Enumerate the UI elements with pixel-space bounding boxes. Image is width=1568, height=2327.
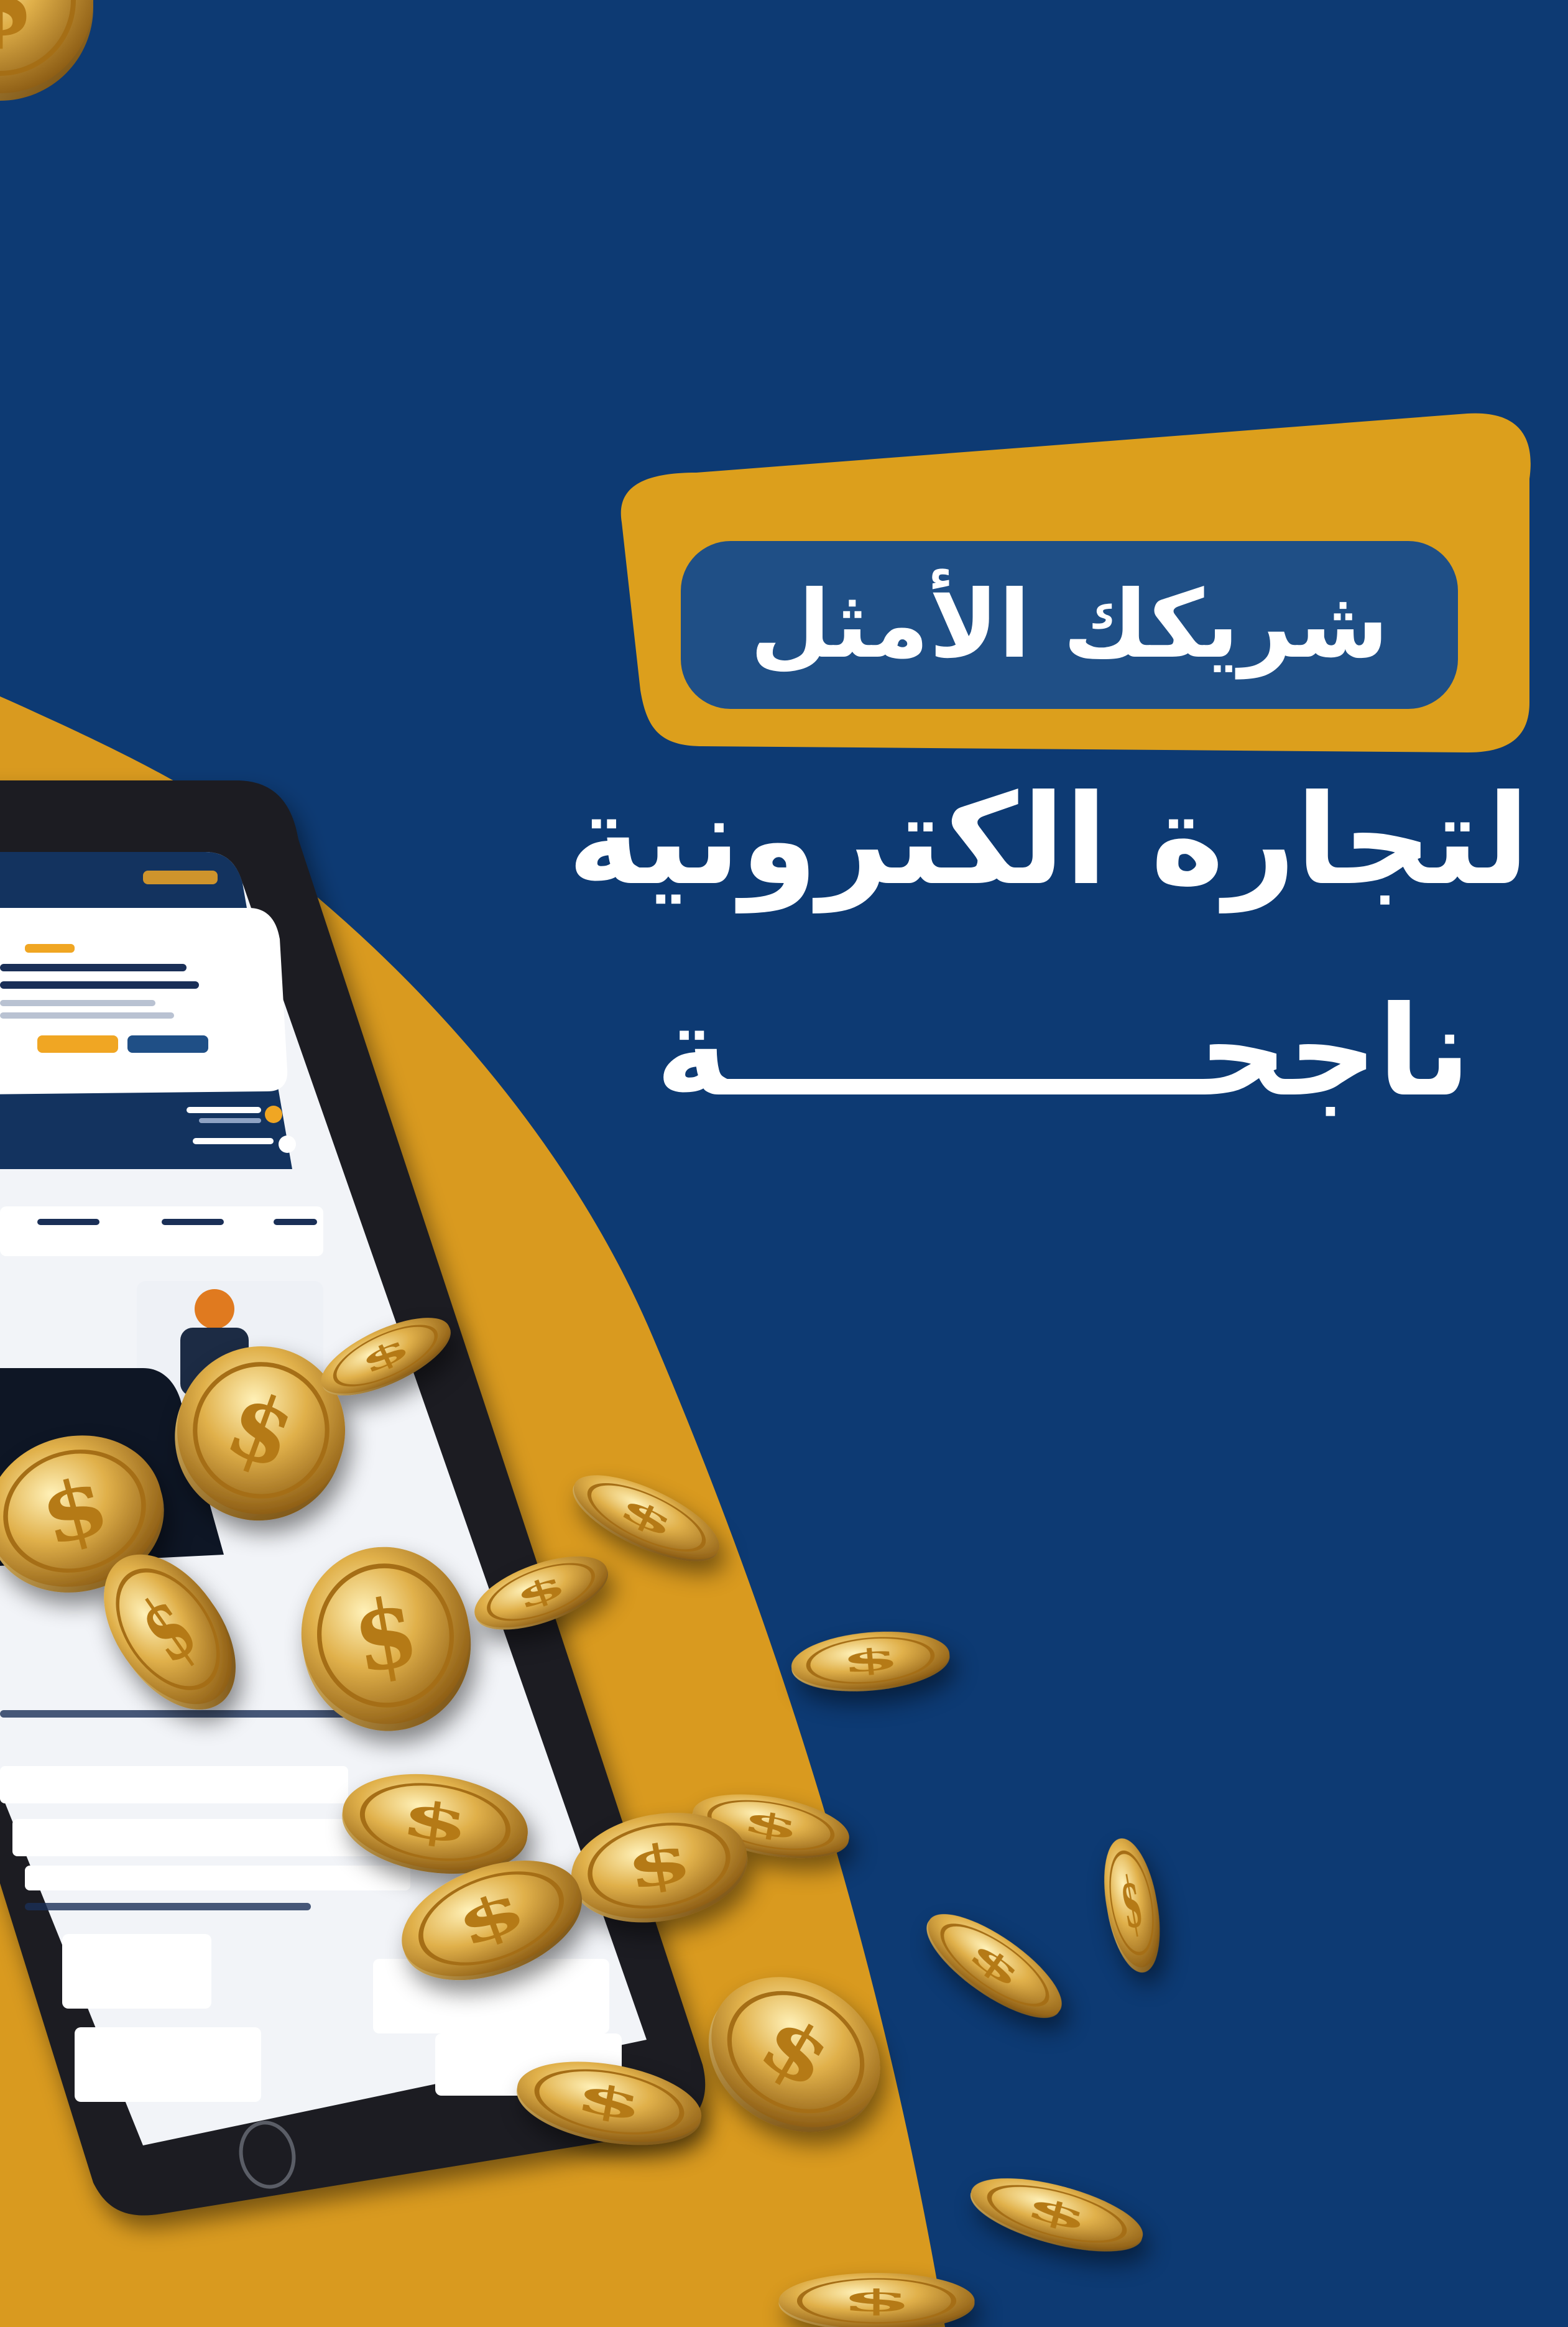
headline-line-2: لتجارة الكترونية bbox=[567, 768, 1529, 913]
headline-pill-text: شريكك الأمثل bbox=[750, 571, 1389, 679]
background-artwork: $ bbox=[0, 0, 1568, 2327]
svg-text:$: $ bbox=[0, 0, 35, 58]
headline-line-3: ناجحـــــــــــة bbox=[655, 979, 1471, 1124]
